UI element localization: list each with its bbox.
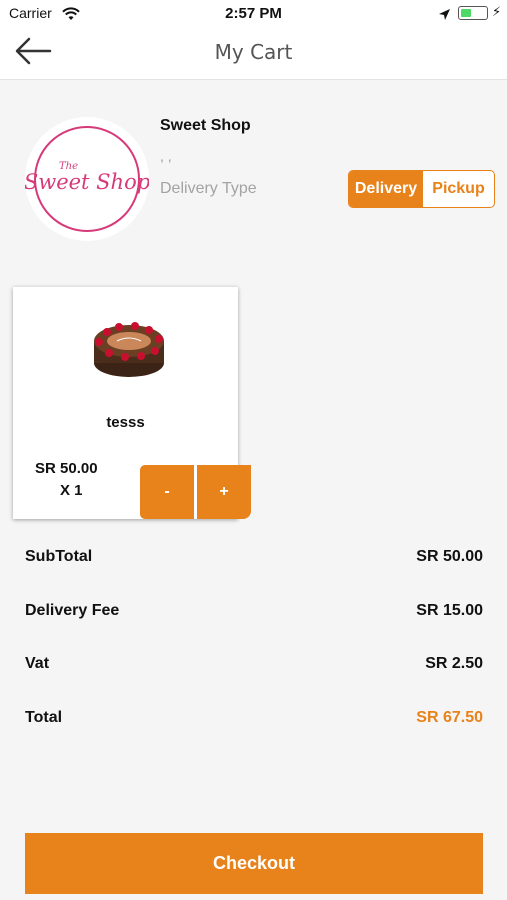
shop-address: , , [160, 148, 172, 164]
item-name: tesss [106, 414, 145, 431]
subtotal-row: SubTotal SR 50.00 [25, 548, 483, 566]
pickup-option-button[interactable]: Pickup [423, 171, 494, 207]
vat-value: SR 2.50 [425, 655, 483, 672]
delivery-type-toggle: Delivery Pickup [348, 170, 495, 208]
vat-row: Vat SR 2.50 [25, 655, 483, 673]
location-arrow-icon [438, 6, 451, 25]
total-value: SR 67.50 [416, 709, 483, 726]
item-quantity: X 1 [60, 482, 83, 499]
status-bar: Carrier 2:57 PM ⚡ [0, 0, 507, 28]
total-label: Total [25, 709, 63, 726]
total-row: Total SR 67.50 [25, 709, 483, 727]
navigation-bar: My Cart [0, 28, 507, 80]
clock: 2:57 PM [225, 5, 282, 22]
delivery-option-button[interactable]: Delivery [349, 171, 423, 207]
subtotal-label: SubTotal [25, 548, 93, 565]
logo-main-text: Sweet Shop [25, 170, 149, 194]
vat-label: Vat [25, 655, 50, 672]
checkout-button[interactable]: Checkout [25, 833, 483, 894]
cake-image [89, 301, 169, 386]
shop-name: Sweet Shop [160, 117, 251, 134]
delivery-type-label: Delivery Type [160, 180, 257, 197]
page-title: My Cart [214, 40, 293, 64]
battery-level [461, 9, 472, 17]
charging-icon: ⚡ [492, 5, 502, 20]
delivery-fee-value: SR 15.00 [416, 602, 483, 619]
delivery-fee-label: Delivery Fee [25, 602, 120, 619]
shop-logo: The Sweet Shop [24, 117, 150, 241]
delivery-fee-row: Delivery Fee SR 15.00 [25, 602, 483, 620]
battery-icon [458, 6, 488, 20]
decrease-quantity-button[interactable]: - [140, 465, 194, 519]
increase-quantity-button[interactable]: + [197, 465, 251, 519]
subtotal-value: SR 50.00 [416, 548, 483, 565]
item-price: SR 50.00 [35, 460, 98, 477]
